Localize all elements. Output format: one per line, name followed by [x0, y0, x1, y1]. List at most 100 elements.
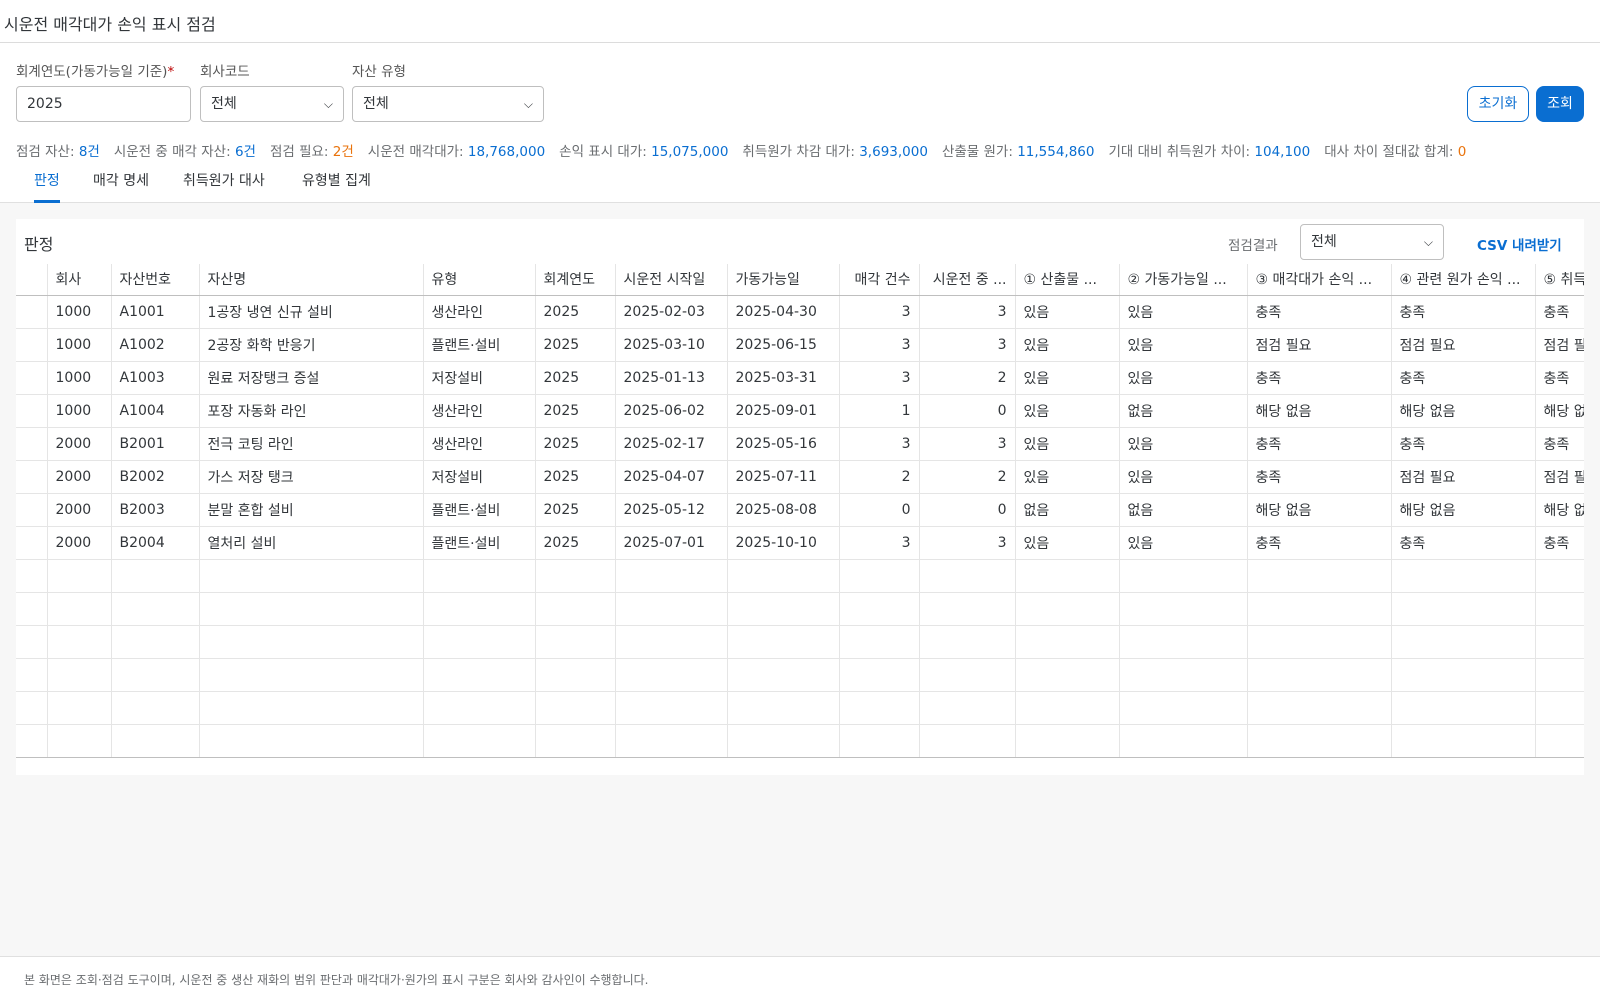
column-header[interactable]: ① 산출물 ...: [1015, 264, 1120, 296]
table-cell: 2025: [535, 526, 616, 560]
table-cell: [919, 658, 1016, 692]
table-cell: 1공장 냉연 신규 설비: [199, 295, 424, 329]
table-row[interactable]: 2000 B2003 분말 혼합 설비 플랜트·설비 2025 2025-05-12 202…: [16, 493, 1584, 527]
table-cell: 1000: [47, 328, 112, 362]
table-row[interactable]: 2000 B2001 전극 코팅 라인 생산라인 2025 2025-02-17 2025-…: [16, 427, 1584, 461]
table-cell: [919, 592, 1016, 626]
table-row[interactable]: 1000 A1004 포장 자동화 라인 생산라인 2025 2025-06-02 2025…: [16, 394, 1584, 428]
table-cell: [1247, 625, 1392, 659]
column-header[interactable]: 가동가능일: [727, 264, 840, 296]
table-cell: 있음: [1119, 361, 1248, 395]
table-row[interactable]: [16, 592, 1584, 626]
table-row[interactable]: [16, 625, 1584, 659]
column-header[interactable]: 유형: [423, 264, 536, 296]
table-cell: [535, 625, 616, 659]
table-cell: [727, 658, 840, 692]
tab-1[interactable]: 판정: [34, 170, 60, 203]
column-header[interactable]: ③ 매각대가 손익 ...: [1247, 264, 1392, 296]
table-cell: [727, 559, 840, 593]
table-cell: 2025: [535, 295, 616, 329]
table-cell: [16, 559, 48, 593]
table-cell: [919, 691, 1016, 725]
tab-2[interactable]: 매각 명세: [93, 170, 149, 203]
table-cell: 2025-07-01: [615, 526, 728, 560]
table-cell: [1247, 658, 1392, 692]
table-cell: [839, 691, 920, 725]
table-cell: 분말 혼합 설비: [199, 493, 424, 527]
table-cell: 충족: [1247, 295, 1392, 329]
table-cell: 2025-03-10: [615, 328, 728, 362]
result-filter-select[interactable]: 전체 ⌵: [1300, 224, 1444, 260]
table-cell: [1119, 625, 1248, 659]
column-header[interactable]: 자산명: [199, 264, 424, 296]
table-row[interactable]: 1000 A1002 2공장 화학 반응기 플랜트·설비 2025 2025-03-10 2…: [16, 328, 1584, 362]
table-cell: [1391, 592, 1536, 626]
table-cell: [16, 394, 48, 428]
table-cell: [16, 526, 48, 560]
table-cell: 플랜트·설비: [423, 493, 536, 527]
column-header[interactable]: 회계연도: [535, 264, 616, 296]
table-cell: [199, 724, 424, 758]
required-mark: *: [167, 64, 175, 80]
column-header[interactable]: 시운전 시작일: [615, 264, 728, 296]
column-header[interactable]: 시운전 중 ...: [919, 264, 1016, 296]
table-cell: 해당 없음: [1535, 493, 1584, 527]
table-cell: 있음: [1015, 295, 1120, 329]
table-cell: [1391, 691, 1536, 725]
table-cell: [615, 625, 728, 659]
column-header[interactable]: 매각 건수: [839, 264, 920, 296]
column-header[interactable]: ⑤ 취득: [1535, 264, 1584, 296]
table-cell: 있음: [1119, 460, 1248, 494]
table-cell: [1015, 658, 1120, 692]
search-button[interactable]: 조회: [1536, 86, 1584, 122]
asset-type-select[interactable]: 전체 ⌵: [352, 86, 544, 122]
column-header[interactable]: ② 가동가능일 ...: [1119, 264, 1248, 296]
table-cell: [839, 625, 920, 659]
tab-3[interactable]: 취득원가 대사: [183, 170, 265, 203]
table-cell: [1119, 724, 1248, 758]
table-row[interactable]: 2000 B2002 가스 저장 탱크 저장설비 2025 2025-04-07 2025-…: [16, 460, 1584, 494]
table-cell: A1004: [111, 394, 200, 428]
table-row[interactable]: [16, 691, 1584, 725]
company-code-select[interactable]: 전체 ⌵: [200, 86, 344, 122]
stat-value: 0: [1457, 144, 1467, 160]
stat-label: 취득원가 차감 대가:: [742, 144, 855, 160]
table-row[interactable]: 2000 B2004 열처리 설비 플랜트·설비 2025 2025-07-01 2025-…: [16, 526, 1584, 560]
table-row[interactable]: 1000 A1001 1공장 냉연 신규 설비 생산라인 2025 2025-02-03 2…: [16, 295, 1584, 329]
table-row[interactable]: [16, 724, 1584, 758]
table-cell: 충족: [1247, 460, 1392, 494]
column-header[interactable]: ④ 관련 원가 손익 ...: [1391, 264, 1536, 296]
table-cell: 0: [839, 493, 920, 527]
table-cell: 생산라인: [423, 394, 536, 428]
table-cell: 생산라인: [423, 427, 536, 461]
table-cell: [111, 559, 200, 593]
table-cell: [1247, 592, 1392, 626]
table-row[interactable]: 1000 A1003 원료 저장탱크 증설 저장설비 2025 2025-01-13 202…: [16, 361, 1584, 395]
table-cell: [535, 691, 616, 725]
table-row[interactable]: [16, 658, 1584, 692]
table-cell: [199, 592, 424, 626]
stat-item: 기대 대비 취득원가 차이: 104,100: [1108, 144, 1310, 160]
table-cell: 플랜트·설비: [423, 328, 536, 362]
app-header: 시운전 매각대가 손익 표시 점검: [0, 0, 1600, 43]
tab-4[interactable]: 유형별 집계: [302, 170, 371, 203]
fiscal-year-input[interactable]: 2025: [16, 86, 191, 122]
table-cell: 충족: [1535, 295, 1584, 329]
column-header[interactable]: [16, 264, 48, 296]
column-header[interactable]: 자산번호: [111, 264, 200, 296]
reset-button[interactable]: 초기화: [1467, 86, 1529, 122]
table-cell: 2000: [47, 493, 112, 527]
footer: 본 화면은 조회·점검 도구이며, 시운전 중 생산 재화의 범위 판단과 매각…: [0, 956, 1600, 1000]
table-cell: [1391, 658, 1536, 692]
stat-item: 시운전 매각대가: 18,768,000: [368, 144, 545, 160]
csv-download-button[interactable]: CSV 내려받기: [1477, 234, 1562, 254]
table-cell: [1535, 691, 1584, 725]
table-cell: 2: [839, 460, 920, 494]
table-cell: [1535, 724, 1584, 758]
column-header[interactable]: 회사: [47, 264, 112, 296]
table-cell: [199, 625, 424, 659]
table-row[interactable]: [16, 559, 1584, 593]
table-cell: 2025: [535, 328, 616, 362]
table-cell: [16, 724, 48, 758]
table-cell: [111, 691, 200, 725]
